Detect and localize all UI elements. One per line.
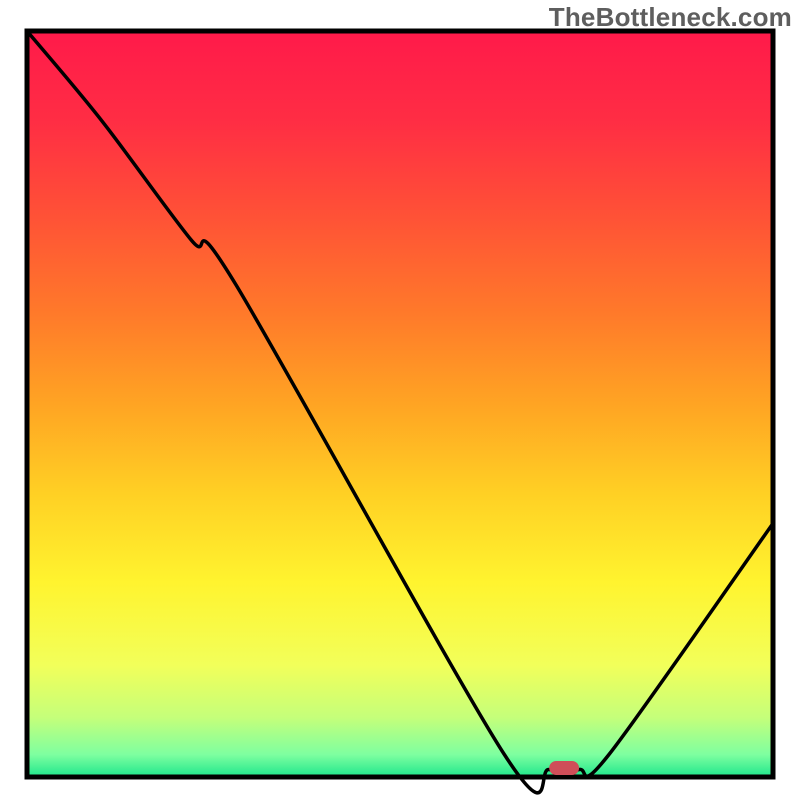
watermark-text: TheBottleneck.com [549,2,792,33]
bottleneck-chart [0,0,800,800]
chart-container: TheBottleneck.com [0,0,800,800]
optimal-marker [549,761,579,775]
plot-background [27,31,773,777]
